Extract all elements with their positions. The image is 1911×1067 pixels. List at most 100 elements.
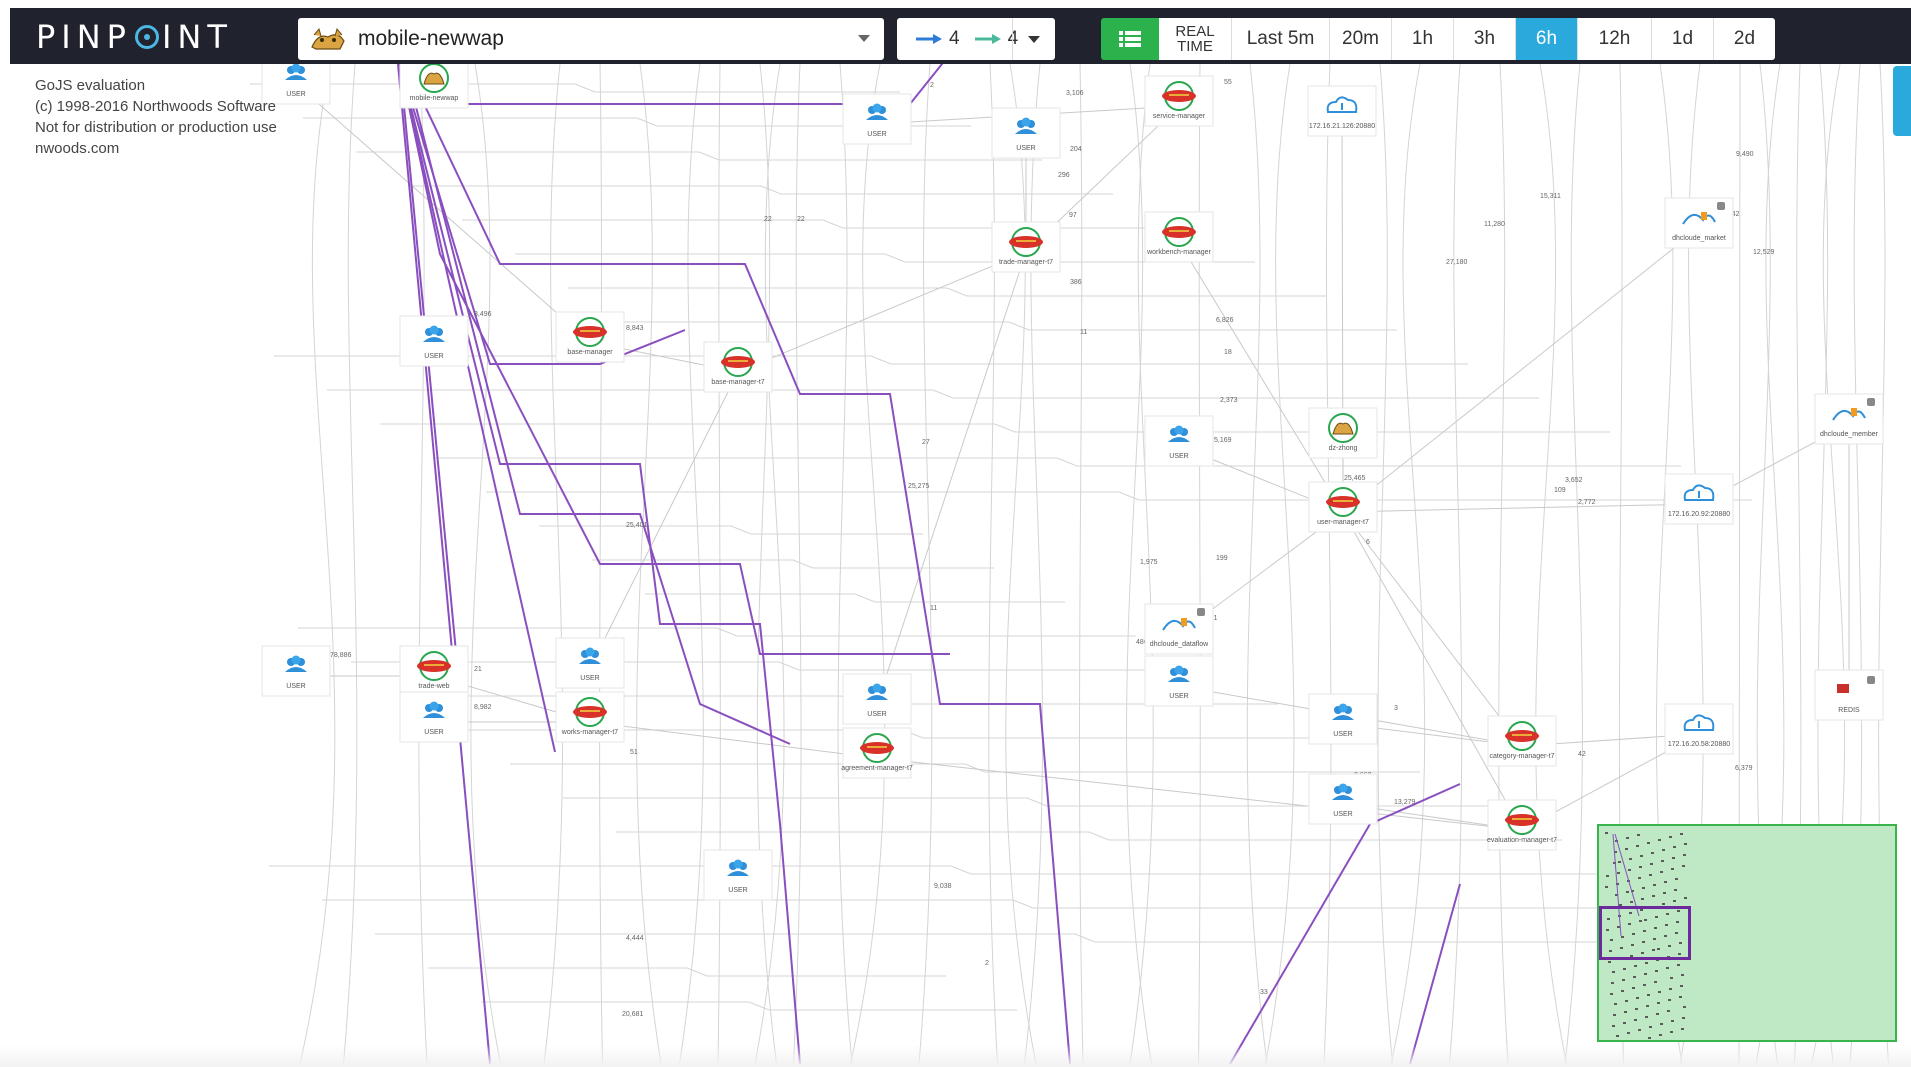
bottom-fade	[0, 1045, 1911, 1067]
node-user[interactable]: USER	[703, 849, 773, 901]
top-navigation-bar: PINP INT mobile-newwap 4 4 REAL TIME Last	[10, 8, 1911, 64]
time-range-6h[interactable]: 6h	[1515, 18, 1577, 60]
node-172-16-21-126-20880[interactable]: 172.16.21.126:20880	[1307, 85, 1377, 137]
application-name: mobile-newwap	[358, 27, 504, 50]
edge-count-label: 204	[1070, 146, 1082, 153]
tomcat-icon	[311, 27, 345, 50]
node-label: 172.16.21.126:20880	[1309, 123, 1375, 130]
edge-count-label: 6,379	[1735, 765, 1753, 772]
list-view-button[interactable]	[1101, 18, 1159, 60]
edge-count-label: 296	[1058, 172, 1070, 179]
time-range-20m[interactable]: 20m	[1329, 18, 1391, 60]
time-range-realtime-label: REAL TIME	[1175, 23, 1215, 55]
node-service-manager[interactable]: service-manager	[1144, 75, 1214, 127]
node-agreement-manager-t7[interactable]: agreement-manager-t7	[841, 727, 913, 779]
node-mobile-newwap[interactable]: mobile-newwap	[399, 64, 469, 109]
node-user[interactable]: USER	[842, 93, 912, 145]
node-user[interactable]: USER	[1144, 655, 1214, 707]
watermark-line1: GoJS evaluation	[35, 77, 146, 94]
edge-count-label: 9,038	[934, 883, 952, 890]
node-trade-manager-t7[interactable]: trade-manager-t7	[991, 221, 1061, 273]
time-range-12h[interactable]: 12h	[1577, 18, 1651, 60]
node-dhcloude-member[interactable]: dhcloude_member	[1814, 393, 1884, 445]
node-label: USER	[1169, 453, 1188, 460]
edge-count-label: 2,373	[1220, 397, 1238, 404]
node-user[interactable]: USER	[1144, 415, 1214, 467]
time-range-1h[interactable]: 1h	[1391, 18, 1453, 60]
node-base-manager[interactable]: base-manager	[555, 311, 625, 363]
depth-dropdown-toggle[interactable]	[1012, 18, 1055, 60]
node-user[interactable]: USER	[1308, 693, 1378, 745]
node-label: user-manager-t7	[1317, 519, 1369, 526]
edge-count-label: 27	[922, 439, 930, 446]
list-icon	[1119, 31, 1141, 47]
node-label: USER	[1169, 693, 1188, 700]
node-user[interactable]: USER	[399, 691, 469, 743]
node-label: USER	[1333, 811, 1352, 818]
node-user[interactable]: USER	[399, 315, 469, 367]
edge-count-label: 199	[1216, 555, 1228, 562]
edge-count-label: 21	[474, 666, 482, 673]
node-user[interactable]: USER	[842, 673, 912, 725]
node-label: USER	[286, 683, 305, 690]
chevron-down-icon[interactable]	[858, 35, 870, 42]
watermark-line4: nwoods.com	[35, 140, 120, 157]
node-label: USER	[580, 675, 599, 682]
edge-count-label: 13,279	[1394, 799, 1416, 806]
node-layer: USER mobile-newwap USER USER service-manager…	[261, 64, 1884, 901]
node-label: USER	[424, 729, 443, 736]
node-172-16-20-92-20880[interactable]: 172.16.20.92:20880	[1664, 473, 1734, 525]
edge-count-label: 4,444	[626, 935, 644, 942]
edge-count-label: 25,401	[626, 522, 648, 529]
node-redis[interactable]: REDIS	[1814, 669, 1884, 721]
edge-count-label: 5,169	[1214, 437, 1232, 444]
node-trade-web[interactable]: trade-web	[399, 645, 469, 697]
pinpoint-logo[interactable]: PINP INT	[36, 20, 233, 54]
node-user[interactable]: USER	[1308, 773, 1378, 825]
minimap-overview[interactable]	[1597, 824, 1897, 1042]
edge-count-label: 8,982	[474, 704, 492, 711]
node-dhcloude-dataflow[interactable]: dhcloude_dataflow	[1144, 603, 1214, 655]
edge-count-label: 3,496	[474, 311, 492, 318]
node-user[interactable]: USER	[555, 637, 625, 689]
edge-count-label: 78,886	[330, 652, 352, 659]
edge-count-label: 11	[1080, 329, 1087, 336]
edge-count-label: 51	[630, 749, 638, 756]
node-label: dz-zhong	[1329, 445, 1358, 452]
edge-count-label: 27,180	[1446, 259, 1468, 266]
application-selector[interactable]: mobile-newwap	[298, 18, 884, 60]
node-user[interactable]: USER	[261, 645, 331, 697]
node-label: base-manager-t7	[711, 379, 764, 386]
node-evaluation-manager-t7[interactable]: evaluation-manager-t7	[1487, 799, 1557, 851]
node-works-manager-t7[interactable]: works-manager-t7	[555, 691, 625, 743]
node-label: 172.16.20.92:20880	[1668, 511, 1730, 518]
side-panel-toggle[interactable]	[1893, 66, 1911, 136]
time-range-2d[interactable]: 2d	[1713, 18, 1775, 60]
node-label: USER	[867, 131, 886, 138]
time-range-1d[interactable]: 1d	[1651, 18, 1713, 60]
edge-count-label: 20,681	[622, 1011, 644, 1018]
edge-count-label: 22	[764, 216, 772, 223]
time-range-realtime[interactable]: REAL TIME	[1159, 18, 1231, 60]
edge-count-label: 9,490	[1736, 151, 1754, 158]
gojs-watermark: GoJS evaluation (c) 1998-2016 Northwoods…	[35, 75, 277, 159]
node-172-16-20-58-20880[interactable]: 172.16.20.58:20880	[1664, 703, 1734, 755]
edge-count-label: 25,275	[908, 483, 930, 490]
node-base-manager-t7[interactable]: base-manager-t7	[703, 341, 773, 393]
node-category-manager-t7[interactable]: category-manager-t7	[1487, 715, 1557, 767]
minimap-viewport[interactable]	[1599, 906, 1691, 960]
edge-count-label: 33	[1260, 989, 1268, 996]
edge-count-label: 11,280	[1484, 221, 1505, 228]
time-range-3h[interactable]: 3h	[1453, 18, 1515, 60]
node-label: USER	[424, 353, 443, 360]
node-label: REDIS	[1838, 707, 1860, 714]
time-range-last5m[interactable]: Last 5m	[1231, 18, 1329, 60]
node-user-manager-t7[interactable]: user-manager-t7	[1308, 481, 1378, 533]
node-label: 172.16.20.58:20880	[1668, 741, 1730, 748]
search-depth-selector[interactable]: 4 4	[897, 18, 1055, 60]
node-workbench-manager[interactable]: workbench-manager	[1144, 211, 1214, 263]
node-dz-zhong[interactable]: dz-zhong	[1308, 407, 1378, 459]
node-user[interactable]: USER	[991, 107, 1061, 159]
edge-count-label: 42	[1578, 751, 1586, 758]
node-dhcloude-market[interactable]: dhcloude_market	[1664, 197, 1734, 249]
